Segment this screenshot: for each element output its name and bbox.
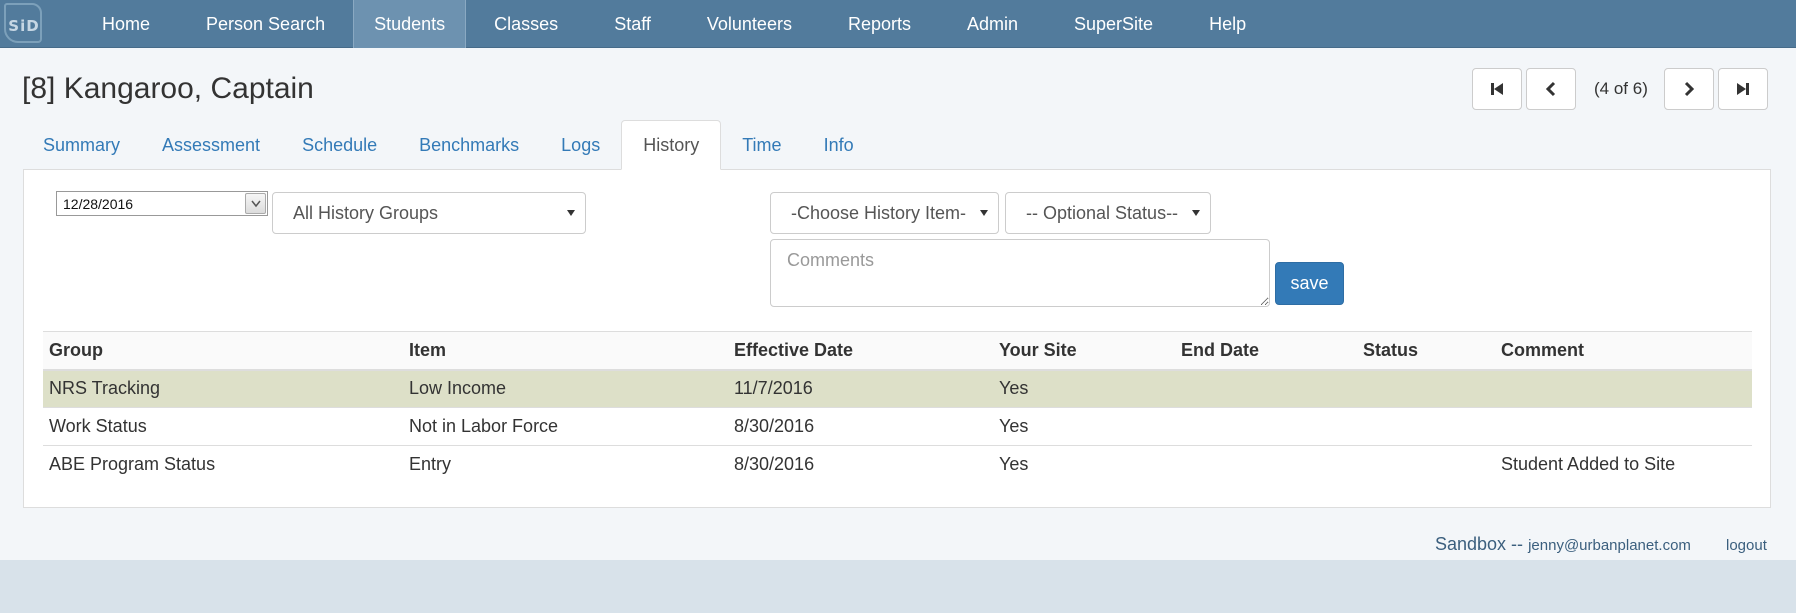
step-backward-icon <box>1491 83 1503 95</box>
nav-item-supersite[interactable]: SuperSite <box>1046 0 1181 48</box>
nav-item-home[interactable]: Home <box>74 0 178 48</box>
history-item-value: -Choose History Item- <box>791 202 967 223</box>
cell-group: NRS Tracking <box>49 378 161 399</box>
cell-end-date <box>1175 446 1357 484</box>
cell-end-date <box>1175 408 1357 446</box>
chevron-left-icon <box>1545 81 1556 97</box>
history-table: Group Item Effective Date Your Site End … <box>43 331 1752 484</box>
tab-benchmarks[interactable]: Benchmarks <box>398 120 540 170</box>
tab-info[interactable]: Info <box>803 120 875 170</box>
nav-item-admin[interactable]: Admin <box>939 0 1046 48</box>
tab-logs[interactable]: Logs <box>540 120 621 170</box>
page: SiD Home Person Search Students Classes … <box>0 0 1796 613</box>
chevron-right-icon <box>1684 81 1694 97</box>
nav-item-students[interactable]: Students <box>353 0 467 48</box>
cell-your-site: Yes <box>999 416 1029 436</box>
header-your-site[interactable]: Your Site <box>993 331 1175 371</box>
date-dropdown-button[interactable] <box>245 193 266 214</box>
next-record-button[interactable] <box>1663 68 1714 110</box>
cell-group: ABE Program Status <box>49 454 216 475</box>
caret-down-icon <box>567 210 575 216</box>
cell-comment: Student Added to Site <box>1501 454 1676 475</box>
history-group-select[interactable]: All History Groups <box>272 192 586 234</box>
record-count: (4 of 6) <box>1594 79 1648 98</box>
tab-history[interactable]: History <box>621 120 722 170</box>
cell-group: Work Status <box>49 416 147 436</box>
nav-item-reports[interactable]: Reports <box>820 0 939 48</box>
cell-effective-date: 8/30/2016 <box>734 454 815 475</box>
caret-down-icon <box>1192 210 1200 216</box>
header-effective-date[interactable]: Effective Date <box>728 331 993 371</box>
header-item[interactable]: Item <box>403 331 728 371</box>
previous-record-button[interactable] <box>1526 68 1576 110</box>
page-title: [8] Kangaroo, Captain <box>22 72 314 105</box>
header-status[interactable]: Status <box>1357 331 1495 371</box>
caret-down-icon <box>980 210 988 216</box>
cell-your-site: Yes <box>999 378 1029 399</box>
nav-item-person-search[interactable]: Person Search <box>178 0 353 48</box>
last-record-button[interactable] <box>1717 68 1768 110</box>
footer: Sandbox -- jenny@urbanplanet.com logout <box>1435 534 1767 555</box>
optional-status-value: -- Optional Status-- <box>1026 202 1179 223</box>
logo[interactable]: SiD <box>0 0 48 48</box>
cell-comment <box>1495 408 1752 446</box>
header-group[interactable]: Group <box>43 331 403 371</box>
environment-label: Sandbox -- <box>1435 534 1524 554</box>
first-record-button[interactable] <box>1472 68 1522 110</box>
tab-summary[interactable]: Summary <box>22 120 141 170</box>
nav-item-help[interactable]: Help <box>1181 0 1274 48</box>
tab-schedule[interactable]: Schedule <box>281 120 398 170</box>
cell-comment <box>1495 370 1752 408</box>
nav-item-staff[interactable]: Staff <box>586 0 679 48</box>
table-row[interactable]: ABE Program Status Entry 8/30/2016 Yes S… <box>43 445 1752 484</box>
cell-status <box>1357 408 1495 446</box>
cell-status <box>1357 370 1495 408</box>
history-item-select[interactable]: -Choose History Item- <box>770 192 999 234</box>
tab-time[interactable]: Time <box>721 120 802 170</box>
save-button[interactable]: save <box>1275 262 1344 305</box>
cell-item: Low Income <box>409 378 507 399</box>
nav-item-volunteers[interactable]: Volunteers <box>679 0 820 48</box>
date-value: 12/28/2016 <box>63 195 134 212</box>
logout-link[interactable]: logout <box>1726 537 1767 554</box>
table-row[interactable]: Work Status Not in Labor Force 8/30/2016… <box>43 407 1752 446</box>
cell-effective-date: 11/7/2016 <box>734 378 813 399</box>
tab-assessment[interactable]: Assessment <box>141 120 281 170</box>
header-end-date[interactable]: End Date <box>1175 331 1357 371</box>
cell-status <box>1357 446 1495 484</box>
cell-end-date <box>1175 370 1357 408</box>
nav-item-classes[interactable]: Classes <box>466 0 586 48</box>
table-header-row: Group Item Effective Date Your Site End … <box>43 331 1752 371</box>
effective-date-input[interactable]: 12/28/2016 <box>56 191 268 216</box>
logo-text: SiD <box>8 17 40 35</box>
chevron-down-icon <box>250 200 261 207</box>
user-email: jenny@urbanplanet.com <box>1528 537 1691 554</box>
cell-effective-date: 8/30/2016 <box>734 416 815 436</box>
top-navbar: SiD Home Person Search Students Classes … <box>0 0 1796 48</box>
cell-your-site: Yes <box>999 454 1029 475</box>
cell-item: Not in Labor Force <box>409 416 559 436</box>
history-panel: 12/28/2016 All History Groups -Choose Hi… <box>23 169 1771 508</box>
header-comment[interactable]: Comment <box>1495 331 1752 371</box>
cell-item: Entry <box>409 454 452 475</box>
nav-menu: Home Person Search Students Classes Staf… <box>74 0 1274 48</box>
table-row[interactable]: NRS Tracking Low Income 11/7/2016 Yes <box>43 369 1752 408</box>
student-tabs: Summary Assessment Schedule Benchmarks L… <box>22 120 875 170</box>
record-pager: (4 of 6) <box>1472 68 1768 110</box>
step-forward-icon <box>1736 83 1749 95</box>
comments-field[interactable] <box>770 239 1270 307</box>
history-group-value: All History Groups <box>293 202 439 223</box>
optional-status-select[interactable]: -- Optional Status-- <box>1005 192 1211 234</box>
